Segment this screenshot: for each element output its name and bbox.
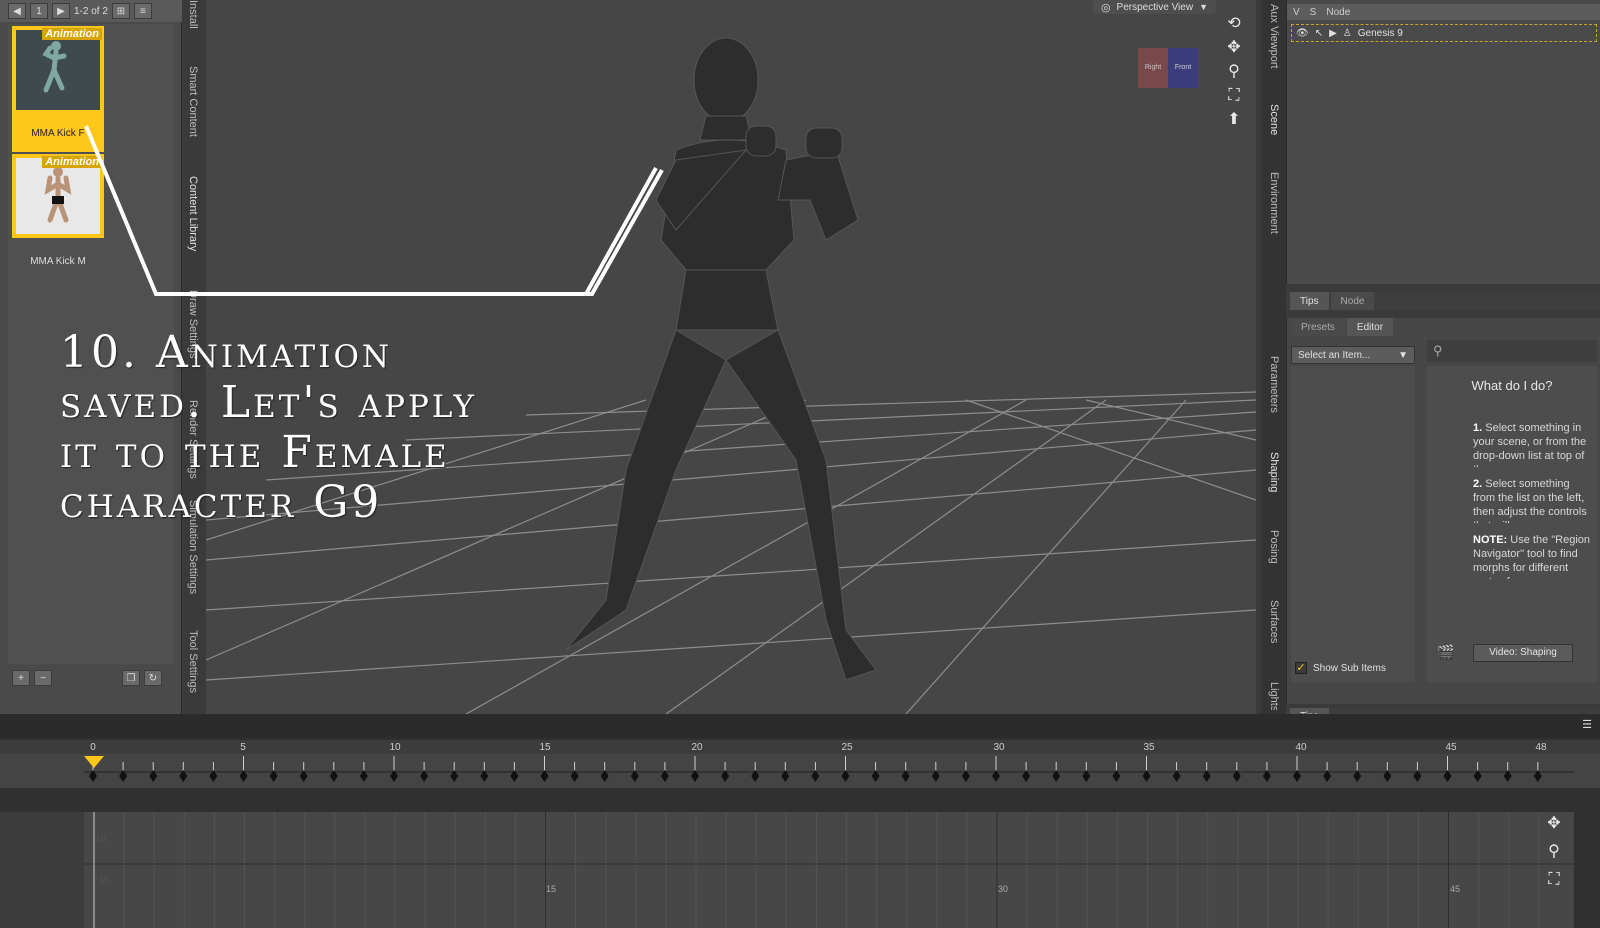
tab-tool-settings[interactable]: Tool Settings (187, 630, 199, 710)
clapper-icon: 🎬 (1437, 644, 1455, 660)
keyframe-track[interactable] (0, 754, 1600, 788)
perspective-view-label: Perspective View (1116, 1, 1194, 13)
caption-line-4: character G9 (60, 477, 383, 528)
tab-node[interactable]: Node (1330, 292, 1375, 310)
add-button[interactable]: + (12, 670, 30, 686)
graph-x-label: 15 (546, 884, 557, 894)
remove-button[interactable]: − (34, 670, 52, 686)
help-title: What do I do? (1471, 378, 1553, 393)
node-name: Genesis 9 (1357, 27, 1403, 39)
scene-header: V S Node (1287, 4, 1600, 20)
scene-panel: V S Node 👁 ↖ ▶ ♙ Genesis 9 (1286, 0, 1600, 284)
graph-y-label: -10 (96, 874, 110, 884)
tick-10: 10 (389, 742, 401, 753)
zoom-icon[interactable]: ⚲ (1544, 842, 1564, 862)
select-item-label: Select an Item... (1298, 349, 1371, 361)
graph-nav-icons: ✥ ⚲ ⛶ (1534, 814, 1574, 924)
tab-scene[interactable]: Scene (1268, 104, 1280, 135)
help-note: NOTE: Use the "Region Navigator" tool to… (1473, 534, 1591, 579)
timeline-header: ☰ (0, 714, 1600, 738)
caption-line-2: saved. Let's apply (60, 377, 477, 428)
figure-icon: ♙ (1342, 27, 1352, 39)
viewport-nav-icons: ⟲ ✥ ⚲ ⛶ ⬆ (1222, 14, 1246, 130)
chevron-down-icon[interactable]: ▼ (1199, 2, 1208, 12)
view-header[interactable]: ◎ Perspective View ▼ (1092, 0, 1216, 14)
tick-45: 45 (1445, 742, 1457, 753)
help-pane: What do I do? 1. Select something in you… (1427, 366, 1597, 682)
show-sub-items-label: Show Sub Items (1313, 662, 1386, 674)
column-visible[interactable]: V (1293, 7, 1300, 18)
chevron-down-icon: ▼ (1398, 349, 1408, 361)
tick-48: 48 (1535, 742, 1547, 753)
orbit-icon[interactable]: ⟲ (1224, 14, 1244, 34)
library-bottom-bar: + − ❐ ↻ (8, 666, 174, 690)
shaping-panel: Presets Editor Select an Item... ▼ ⚲ Wha… (1286, 318, 1600, 704)
graph-grid (84, 812, 1574, 928)
property-list[interactable] (1291, 366, 1415, 682)
pan-icon[interactable]: ✥ (1224, 38, 1244, 58)
callout-line (84, 125, 664, 296)
tab-posing[interactable]: Posing (1268, 530, 1280, 564)
timeline-ruler[interactable]: 0 5 10 15 20 25 30 35 40 45 48 (0, 740, 1600, 754)
scene-row-genesis-9[interactable]: 👁 ↖ ▶ ♙ Genesis 9 (1291, 24, 1597, 42)
tips-node-tabs: Tips Node (1286, 292, 1600, 310)
search-icon: ⚲ (1433, 343, 1443, 358)
tick-40: 40 (1295, 742, 1307, 753)
tick-35: 35 (1143, 742, 1155, 753)
cursor-icon[interactable]: ↖ (1315, 28, 1323, 39)
caption-line-1: 10. Animation (60, 327, 393, 378)
tab-environment[interactable]: Environment (1268, 172, 1280, 234)
frame-icon[interactable]: ⛶ (1544, 870, 1564, 890)
caption-line-3: it to the Female (60, 427, 450, 478)
up-arrow-icon[interactable]: ⬆ (1224, 110, 1244, 130)
tab-presets[interactable]: Presets (1291, 318, 1345, 336)
select-item-dropdown[interactable]: Select an Item... ▼ (1291, 346, 1415, 364)
tab-tips[interactable]: Tips (1290, 292, 1329, 310)
expand-arrow-icon[interactable]: ▶ (1329, 28, 1337, 39)
tick-25: 25 (841, 742, 853, 753)
tab-surfaces[interactable]: Surfaces (1268, 600, 1280, 643)
graph-editor[interactable]: 10 -10 15 30 45 (84, 812, 1574, 928)
help-step-1: 1. Select something in your scene, or fr… (1473, 422, 1587, 467)
show-sub-items[interactable]: ✓ Show Sub Items (1295, 662, 1386, 674)
view-cube[interactable]: Right Front (1136, 42, 1198, 94)
video-shaping-button[interactable]: Video: Shaping (1473, 644, 1573, 662)
pan-icon[interactable]: ✥ (1544, 814, 1564, 834)
tick-5: 5 (240, 742, 246, 753)
timeline-panel: ☰ 0 5 10 15 20 25 30 35 40 45 48 10 -10 … (0, 714, 1600, 928)
tab-lights[interactable]: Lights (1268, 682, 1280, 710)
tab-aux-viewport[interactable]: Aux Viewport (1268, 4, 1280, 69)
tab-parameters[interactable]: Parameters (1268, 356, 1280, 413)
graph-sidebar (0, 812, 84, 928)
help-step-2: 2. Select something from the list on the… (1473, 478, 1587, 523)
view-cube-right-face[interactable]: Right (1138, 48, 1168, 88)
presets-editor-tabs: Presets Editor (1291, 318, 1394, 338)
tick-15: 15 (539, 742, 551, 753)
tick-0: 0 (90, 742, 96, 753)
tab-editor[interactable]: Editor (1346, 318, 1394, 336)
camera-icon[interactable]: ◎ (1101, 1, 1111, 14)
copy-icon[interactable]: ❐ (122, 670, 140, 686)
right-pane-tabs: Aux Viewport Scene Environment Parameter… (1262, 0, 1286, 714)
tutorial-caption: 10. Animation saved. Let's apply it to t… (60, 328, 700, 528)
column-node[interactable]: Node (1326, 7, 1350, 18)
refresh-icon[interactable]: ↻ (144, 670, 162, 686)
tick-30: 30 (993, 742, 1005, 753)
frame-icon[interactable]: ⛶ (1224, 86, 1244, 106)
menu-icon[interactable]: ☰ (1582, 718, 1592, 731)
show-sub-items-checkbox[interactable]: ✓ (1295, 662, 1307, 674)
graph-x-label: 45 (1450, 884, 1461, 894)
column-selectable[interactable]: S (1310, 7, 1317, 18)
tick-20: 20 (691, 742, 703, 753)
tab-shaping[interactable]: Shaping (1268, 452, 1280, 492)
zoom-icon[interactable]: ⚲ (1224, 62, 1244, 82)
search-input[interactable]: ⚲ (1427, 340, 1597, 362)
eye-icon[interactable]: 👁 (1296, 28, 1309, 39)
view-cube-front-face[interactable]: Front (1168, 48, 1198, 88)
keyframes (84, 756, 1574, 782)
graph-y-label: 10 (96, 834, 107, 844)
graph-x-label: 30 (998, 884, 1009, 894)
